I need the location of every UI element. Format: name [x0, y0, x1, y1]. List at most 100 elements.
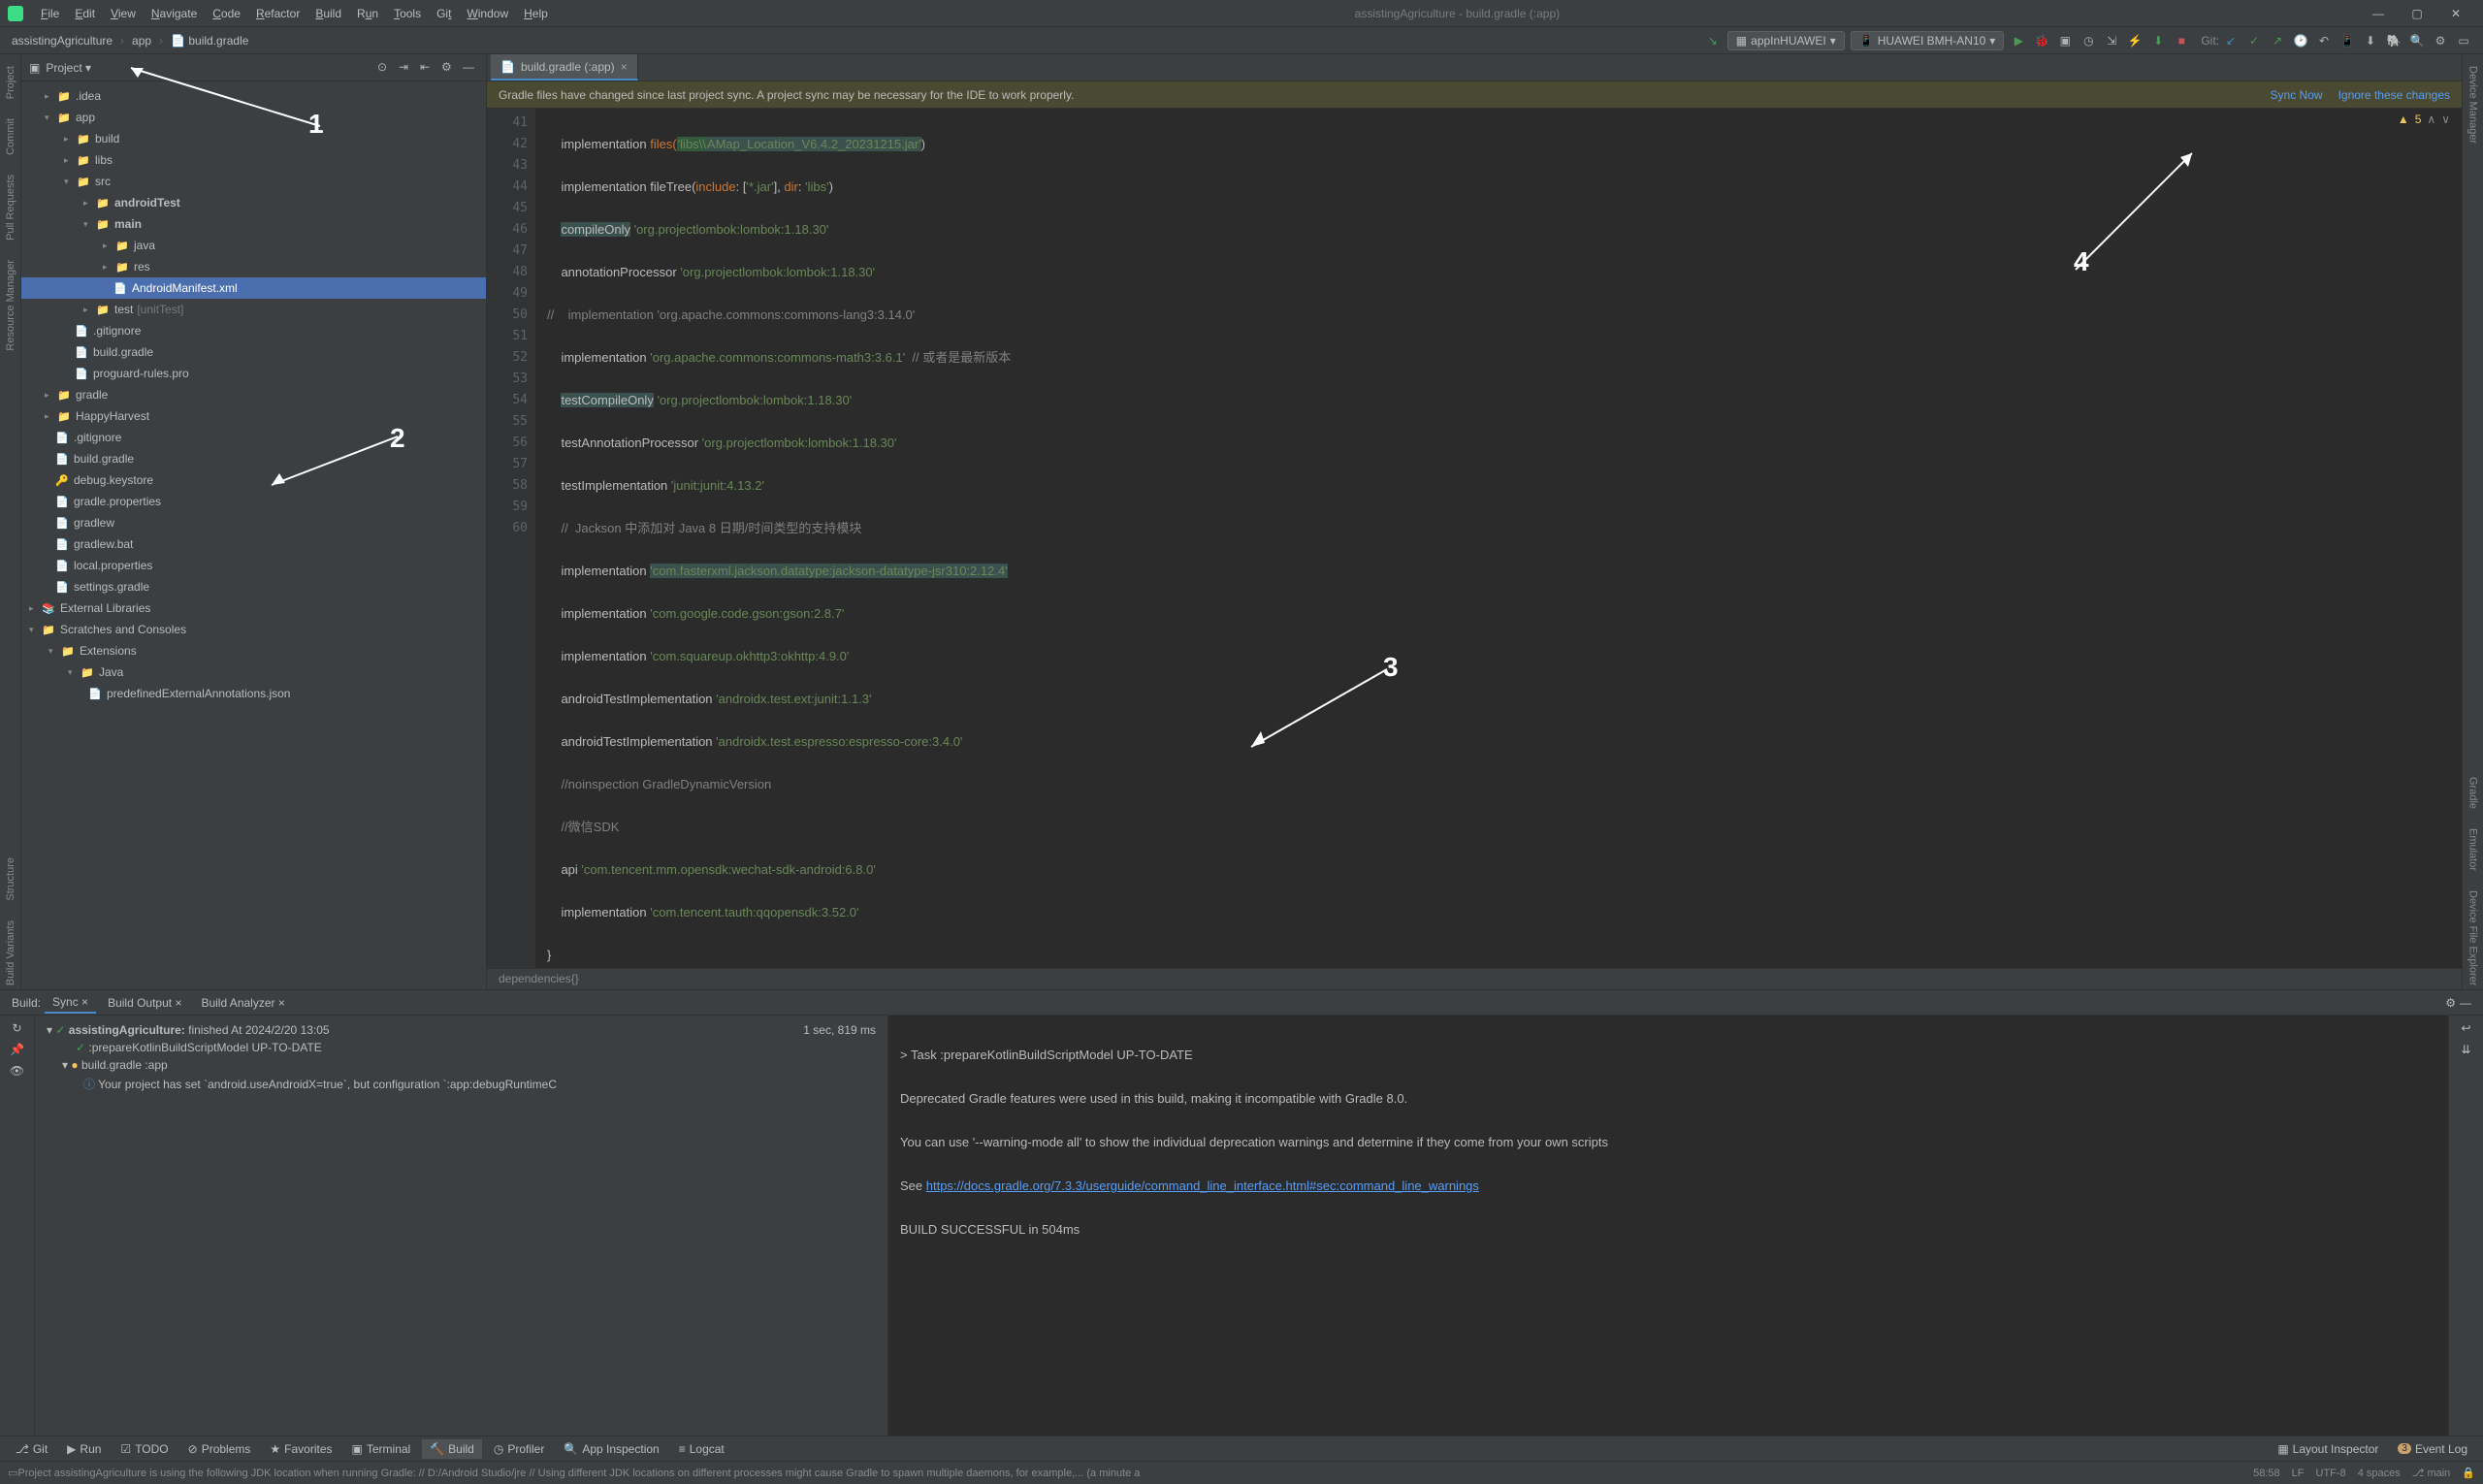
run-icon[interactable]: ▶ [2010, 32, 2027, 49]
menu-git[interactable]: Git [429, 7, 459, 20]
menu-build[interactable]: Build [307, 7, 349, 20]
build-hide-icon[interactable]: — [2460, 996, 2471, 1010]
profile-icon[interactable]: ◷ [2080, 32, 2097, 49]
indent[interactable]: 4 spaces [2358, 1468, 2401, 1479]
debug-icon[interactable]: 🐞 [2033, 32, 2050, 49]
gradle-tool[interactable]: Gradle [2467, 773, 2479, 813]
settings-icon[interactable]: ⚙ [2432, 32, 2449, 49]
build-settings-icon[interactable]: ⚙ [2445, 996, 2456, 1010]
branch-icon[interactable]: ⎇ main [2412, 1467, 2451, 1479]
android-studio-icon [8, 6, 23, 21]
project-tool[interactable]: Project [5, 62, 16, 103]
git-history-icon[interactable]: 🕑 [2292, 32, 2309, 49]
menu-run[interactable]: Run [349, 7, 386, 20]
panel-hide-icon[interactable]: — [463, 60, 478, 76]
encoding[interactable]: UTF-8 [2316, 1468, 2346, 1479]
todo-tab[interactable]: ☑ TODO [113, 1439, 176, 1459]
build-tab-sync[interactable]: Sync × [45, 992, 96, 1014]
scroll-end-icon[interactable]: ⇊ [2461, 1043, 2470, 1056]
terminal-tab[interactable]: ▣ Terminal [344, 1439, 419, 1459]
attach-debug-icon[interactable]: ⇲ [2103, 32, 2120, 49]
coverage-icon[interactable]: ▣ [2056, 32, 2074, 49]
project-panel-title[interactable]: Project ▾ [46, 61, 371, 75]
caret-position[interactable]: 58:58 [2253, 1468, 2280, 1479]
structure-tool[interactable]: Structure [5, 854, 16, 905]
avd-icon[interactable]: 📱 [2338, 32, 2356, 49]
menu-help[interactable]: Help [516, 7, 556, 20]
menu-code[interactable]: Code [205, 7, 248, 20]
git-label: Git: [2201, 34, 2219, 48]
git-push-icon[interactable]: ↗ [2269, 32, 2286, 49]
stop-icon[interactable]: ■ [2173, 32, 2190, 49]
resourcemgr-tool[interactable]: Resource Manager [5, 256, 16, 355]
pin-icon[interactable]: 📌 [10, 1043, 24, 1056]
restart-icon[interactable]: ↻ [12, 1021, 21, 1035]
build-tree[interactable]: ▾ ✓ assistingAgriculture: finished At 20… [35, 1016, 888, 1436]
search-icon[interactable]: 🔍 [2408, 32, 2426, 49]
inspection-widget[interactable]: ▲5 ∧∨ [2398, 113, 2450, 126]
gutter[interactable]: 4142434445464748495051525354555657585960 [487, 109, 535, 968]
problems-tab[interactable]: ⊘ Problems [180, 1439, 259, 1459]
breadcrumb-file[interactable]: 📄 build.gradle [167, 32, 252, 49]
build-label: Build: [12, 996, 41, 1010]
build-tab[interactable]: 🔨 Build [422, 1439, 482, 1459]
sdk-icon[interactable]: ⬇ [2362, 32, 2379, 49]
maximize-button[interactable]: ▢ [2398, 2, 2436, 25]
favorites-tab[interactable]: ★ Favorites [262, 1439, 339, 1459]
profiler-tab[interactable]: ◷ Profiler [486, 1439, 553, 1459]
menu-navigate[interactable]: Navigate [144, 7, 205, 20]
sync-now-link[interactable]: Sync Now [2271, 88, 2323, 102]
apply-code-icon[interactable]: ⬇ [2149, 32, 2167, 49]
appinspection-tab[interactable]: 🔍 App Inspection [556, 1439, 666, 1459]
git-update-icon[interactable]: ↙ [2222, 32, 2240, 49]
collapse-all-icon[interactable]: ⇤ [420, 60, 435, 76]
gradle-docs-link[interactable]: https://docs.gradle.org/7.3.3/userguide/… [926, 1178, 1479, 1193]
pullrequests-tool[interactable]: Pull Requests [5, 171, 16, 244]
menu-window[interactable]: Window [459, 7, 516, 20]
editor-breadcrumb[interactable]: dependencies{} [487, 968, 2462, 989]
buildvariants-tool[interactable]: Build Variants [5, 917, 16, 989]
close-tab-icon[interactable]: × [621, 60, 628, 74]
account-icon[interactable]: ▭ [2455, 32, 2472, 49]
project-tree[interactable]: ▸📁.idea ▾📁app ▸📁build ▸📁libs ▾📁src ▸📁and… [21, 81, 486, 989]
devicefile-tool[interactable]: Device File Explorer [2467, 887, 2479, 989]
line-separator[interactable]: LF [2292, 1468, 2305, 1479]
status-message: Project assistingAgriculture is using th… [17, 1468, 2241, 1479]
sync-icon[interactable]: 🐘 [2385, 32, 2402, 49]
run-config-combo[interactable]: ▦ appInHUAWEI ▾ [1727, 31, 1845, 50]
git-rollback-icon[interactable]: ↶ [2315, 32, 2333, 49]
layoutinspector-tab[interactable]: ▦ Layout Inspector [2270, 1439, 2386, 1459]
menu-refactor[interactable]: Refactor [248, 7, 307, 20]
panel-settings-icon[interactable]: ⚙ [441, 60, 457, 76]
make-project-icon[interactable]: ↘ [1704, 32, 1722, 49]
device-combo[interactable]: 📱 HUAWEI BMH-AN10 ▾ [1851, 31, 2005, 50]
menu-file[interactable]: File [33, 7, 67, 20]
breadcrumb-app[interactable]: app [128, 32, 155, 49]
select-opened-icon[interactable]: ⊙ [377, 60, 393, 76]
build-output[interactable]: > Task :prepareKotlinBuildScriptModel UP… [888, 1016, 2448, 1436]
build-tab-output[interactable]: Build Output × [100, 993, 189, 1013]
eye-icon[interactable]: 👁 [10, 1064, 24, 1078]
apply-changes-icon[interactable]: ⚡ [2126, 32, 2144, 49]
git-tab[interactable]: ⎇ Git [8, 1439, 55, 1459]
ignore-changes-link[interactable]: Ignore these changes [2338, 88, 2450, 102]
emulator-tool[interactable]: Emulator [2467, 824, 2479, 875]
minimize-button[interactable]: — [2359, 2, 2398, 25]
breadcrumb-root[interactable]: assistingAgriculture [8, 32, 116, 49]
editor-tab-buildgradle[interactable]: 📄build.gradle (:app)× [491, 54, 638, 81]
close-button[interactable]: ✕ [2436, 2, 2475, 25]
menu-tools[interactable]: Tools [386, 7, 429, 20]
soft-wrap-icon[interactable]: ↩ [2461, 1021, 2470, 1035]
devicemgr-tool[interactable]: Device Manager [2467, 62, 2479, 147]
logcat-tab[interactable]: ≡ Logcat [671, 1439, 732, 1459]
code-editor[interactable]: implementation files('libs\\AMap_Locatio… [535, 109, 2462, 968]
manifest-file: 📄AndroidManifest.xml [21, 277, 486, 299]
run-tab[interactable]: ▶ Run [59, 1439, 109, 1459]
git-commit-icon[interactable]: ✓ [2245, 32, 2263, 49]
eventlog-tab[interactable]: 3 Event Log [2390, 1439, 2475, 1459]
menu-edit[interactable]: Edit [67, 7, 103, 20]
commit-tool[interactable]: Commit [5, 114, 16, 159]
menu-view[interactable]: View [103, 7, 144, 20]
build-tab-analyzer[interactable]: Build Analyzer × [193, 993, 292, 1013]
expand-all-icon[interactable]: ⇥ [399, 60, 414, 76]
